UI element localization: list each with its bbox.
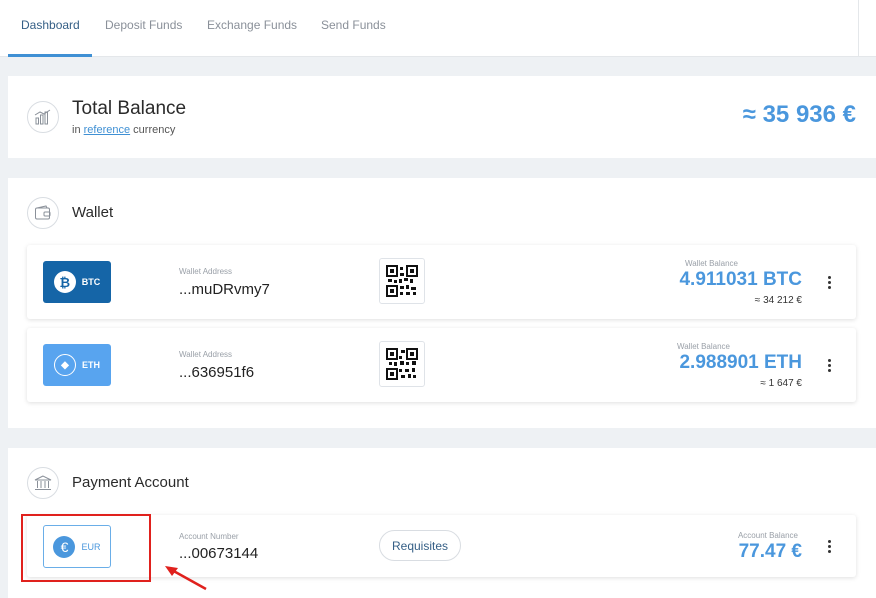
subtitle-prefix: in (72, 124, 81, 136)
total-balance-subtitle: in reference currency (72, 124, 175, 136)
requisites-button[interactable]: Requisites (379, 530, 461, 561)
payment-row-eur: € EUR Account Number ...00673144 Requisi… (27, 515, 856, 577)
wallet-balance: 2.988901 ETH (679, 352, 802, 373)
bitcoin-icon: ₿ (53, 271, 76, 293)
more-options-icon[interactable] (825, 538, 833, 554)
payment-account-title: Payment Account (72, 474, 189, 491)
wallet-row-btc: ₿ BTC Wallet Address ...muDRvmy7 Wallet … (27, 245, 856, 319)
subtitle-suffix: currency (133, 124, 176, 136)
tab-deposit-funds[interactable]: Deposit Funds (105, 18, 182, 32)
reference-link[interactable]: reference (84, 124, 130, 136)
wallet-balance-label: Wallet Balance (684, 259, 738, 268)
qr-code-icon[interactable] (379, 341, 425, 387)
eth-currency-label: ETH (82, 360, 100, 370)
total-balance-title: Total Balance (72, 98, 187, 119)
more-options-icon[interactable] (825, 274, 833, 290)
nav-divider (858, 0, 859, 57)
account-balance-label: Account Balance (737, 531, 798, 540)
top-nav: Dashboard Deposit Funds Exchange Funds S… (0, 0, 876, 57)
total-balance-amount: ≈ 35 936 € (742, 101, 856, 128)
tab-send-funds[interactable]: Send Funds (321, 18, 386, 32)
bar-chart-icon (27, 101, 59, 133)
wallet-card: Wallet ₿ BTC Wallet Address ...muDRvmy7 (8, 178, 876, 428)
wallet-title: Wallet (72, 204, 114, 221)
wallet-row-eth: ◆ ETH Wallet Address ...636951f6 Wallet … (27, 328, 856, 402)
ethereum-icon: ◆ (54, 354, 76, 376)
bank-icon (27, 467, 59, 499)
account-balance: 77.47 € (738, 541, 802, 562)
qr-code-icon[interactable] (379, 258, 425, 304)
wallet-balance-ref: ≈ 34 212 € (754, 295, 802, 306)
wallet-balance-ref: ≈ 1 647 € (760, 378, 802, 389)
total-balance-card: Total Balance in reference currency ≈ 35… (8, 76, 876, 158)
account-number-label: Account Number (179, 532, 239, 541)
wallet-icon (27, 197, 59, 229)
tab-exchange-funds[interactable]: Exchange Funds (207, 18, 297, 32)
annotation-highlight-box (21, 514, 151, 582)
wallet-balance-label: Wallet Balance (676, 342, 730, 351)
wallet-address-label: Wallet Address (179, 350, 233, 359)
btc-currency-label: BTC (81, 277, 101, 287)
wallet-balance: 4.911031 BTC (679, 269, 802, 290)
wallet-address: ...636951f6 (179, 364, 255, 381)
btc-badge: ₿ BTC (43, 261, 111, 303)
annotation-arrow-icon (165, 566, 207, 591)
eth-badge: ◆ ETH (43, 344, 111, 386)
active-tab-indicator (8, 54, 92, 57)
wallet-address: ...muDRvmy7 (179, 281, 270, 298)
wallet-address-label: Wallet Address (179, 267, 233, 276)
more-options-icon[interactable] (825, 357, 833, 373)
tab-dashboard[interactable]: Dashboard (21, 18, 80, 32)
